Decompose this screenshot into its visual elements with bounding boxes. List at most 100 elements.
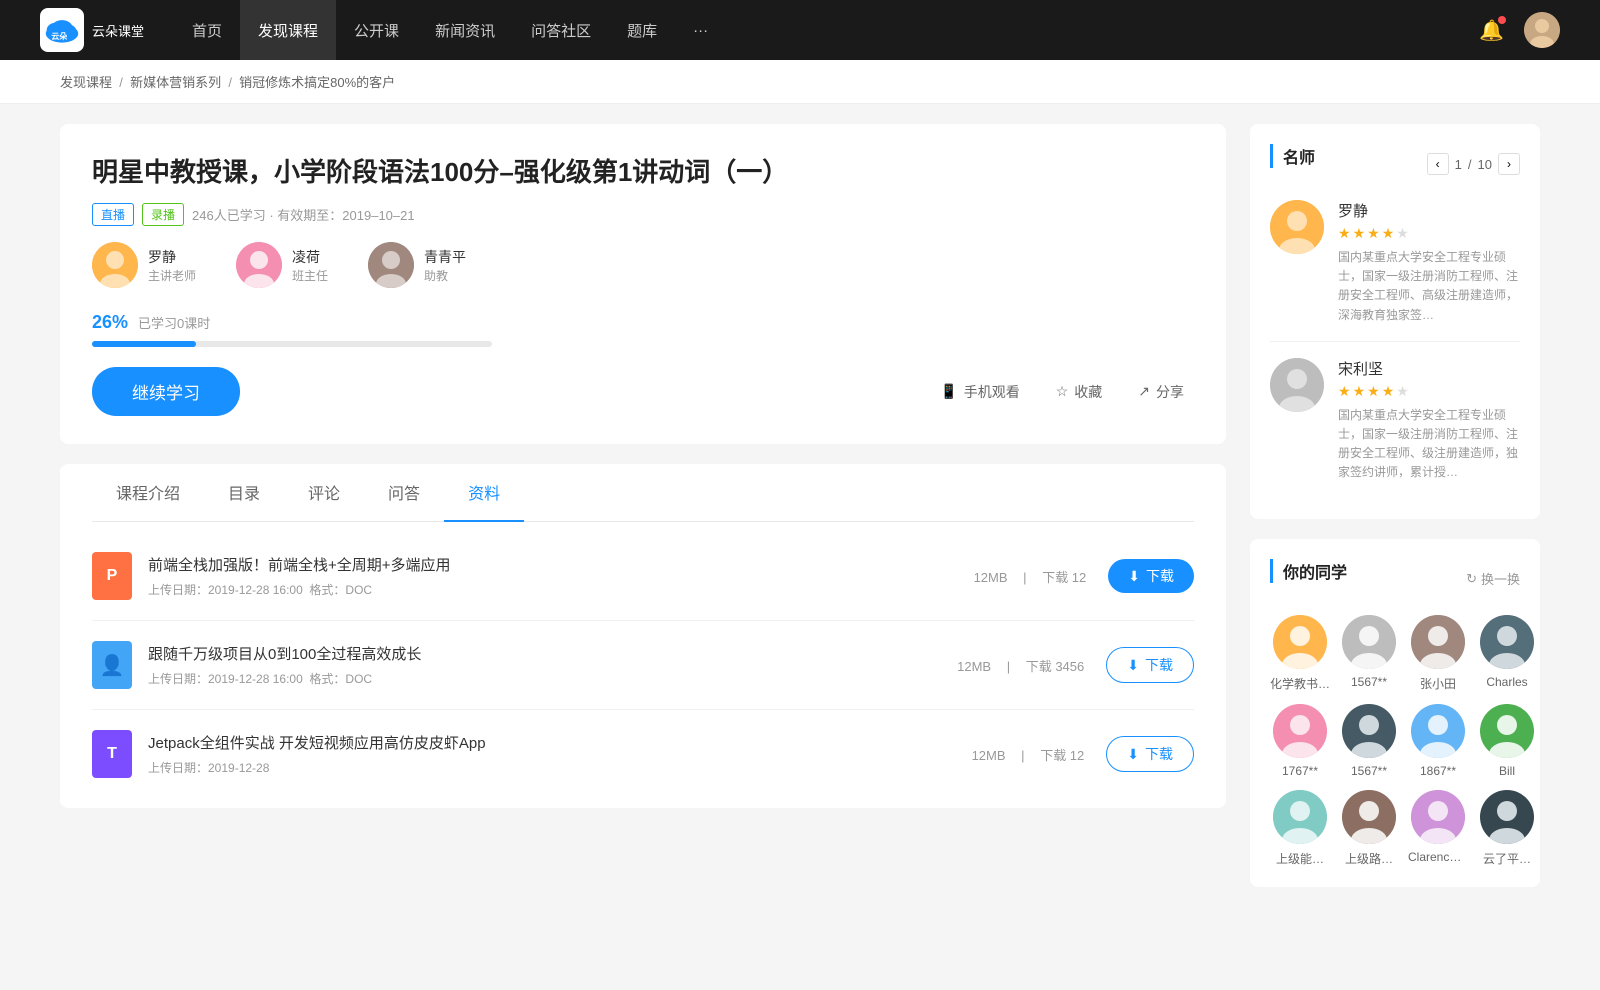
progress-section: 26% 已学习0课时 bbox=[92, 312, 1194, 347]
nav-right: 🔔 bbox=[1479, 12, 1560, 48]
nav-news[interactable]: 新闻资讯 bbox=[417, 0, 513, 60]
classmate-2: 1567** bbox=[1342, 615, 1396, 692]
classmate-avatar-3[interactable] bbox=[1411, 615, 1465, 669]
classmate-avatar-5[interactable] bbox=[1273, 704, 1327, 758]
classmate-9: 上级能… bbox=[1270, 790, 1330, 867]
breadcrumb-current: 销冠修炼术搞定80%的客户 bbox=[239, 75, 395, 90]
classmate-avatar-6[interactable] bbox=[1342, 704, 1396, 758]
teacher-3-info: 青青平 助教 bbox=[424, 247, 466, 284]
download-label-3: 下载 bbox=[1145, 744, 1173, 764]
user-avatar[interactable] bbox=[1524, 12, 1560, 48]
teacher-2: 凌荷 班主任 bbox=[236, 242, 328, 288]
resource-meta-3: 上传日期：2019-12-28 bbox=[148, 759, 950, 776]
classmate-avatar-8[interactable] bbox=[1480, 704, 1534, 758]
tab-catalog[interactable]: 目录 bbox=[204, 464, 284, 522]
progress-label: 26% 已学习0课时 bbox=[92, 312, 1194, 333]
classmate-5: 1767** bbox=[1270, 704, 1330, 778]
tab-qa[interactable]: 问答 bbox=[364, 464, 444, 522]
tabs-card: 课程介绍 目录 评论 问答 资料 P 前端全栈加强版！前端全栈+全周期+多端应用… bbox=[60, 464, 1226, 808]
logo-icon: 云朵 bbox=[40, 8, 84, 52]
action-row: 继续学习 📱 手机观看 ☆ 收藏 ↗ 分享 bbox=[92, 367, 1194, 416]
classmates-panel-header: 你的同学 ↻ 换一换 bbox=[1270, 559, 1520, 599]
classmates-grid: 化学教书… 1567** 张小田 bbox=[1270, 615, 1520, 867]
teacher-page-current: 1 bbox=[1455, 157, 1462, 172]
resource-icon-person: 👤 bbox=[92, 641, 132, 689]
teacher-panel-desc-1: 国内某重点大学安全工程专业硕士，国家一级注册消防工程师、注册安全工程师、高级注册… bbox=[1338, 248, 1520, 325]
progress-bar-bg bbox=[92, 341, 492, 347]
classmate-name-7: 1867** bbox=[1420, 764, 1456, 778]
collect-button[interactable]: ☆ 收藏 bbox=[1046, 376, 1113, 408]
teacher-panel-row-1: 罗静 ★ ★ ★ ★ ★ 国内某重点大学安全工程专业硕士，国家一级注册消防工程师… bbox=[1270, 200, 1520, 325]
refresh-icon: ↻ bbox=[1466, 571, 1477, 587]
tab-intro[interactable]: 课程介绍 bbox=[92, 464, 204, 522]
teacher-3-name: 青青平 bbox=[424, 247, 466, 267]
download-button-2[interactable]: ⬇ 下载 bbox=[1106, 647, 1194, 683]
teachers-panel-title: 名师 bbox=[1270, 144, 1315, 168]
bell-icon[interactable]: 🔔 bbox=[1479, 18, 1504, 43]
teacher-2-avatar bbox=[236, 242, 282, 288]
star-1: ★ bbox=[1338, 225, 1351, 242]
resource-stats-2: 12MB | 下载 3456 bbox=[951, 656, 1090, 675]
nav-items: 首页 发现课程 公开课 新闻资讯 问答社区 题库 ··· bbox=[174, 0, 1479, 60]
classmate-6: 1567** bbox=[1342, 704, 1396, 778]
nav-questions[interactable]: 题库 bbox=[609, 0, 675, 60]
mobile-watch-button[interactable]: 📱 手机观看 bbox=[930, 376, 1029, 408]
download-icon: ⬇ bbox=[1128, 568, 1140, 585]
tabs: 课程介绍 目录 评论 问答 资料 bbox=[92, 464, 1194, 522]
nav-qa[interactable]: 问答社区 bbox=[513, 0, 609, 60]
teacher-1-avatar bbox=[92, 242, 138, 288]
course-card: 明星中教授课，小学阶段语法100分–强化级第1讲动词（一） 直播 录播 246人… bbox=[60, 124, 1226, 444]
nav-more[interactable]: ··· bbox=[675, 0, 726, 60]
classmate-avatar-9[interactable] bbox=[1273, 790, 1327, 844]
teacher-next-button[interactable]: › bbox=[1498, 153, 1520, 175]
teacher-panel-stars-1: ★ ★ ★ ★ ★ bbox=[1338, 225, 1520, 242]
star-5: ★ bbox=[1396, 225, 1409, 242]
classmate-avatar-10[interactable] bbox=[1342, 790, 1396, 844]
teacher-panel-name-2: 宋利坚 bbox=[1338, 358, 1520, 379]
left-panel: 明星中教授课，小学阶段语法100分–强化级第1讲动词（一） 直播 录播 246人… bbox=[60, 124, 1226, 907]
resource-item-3: T Jetpack全组件实战 开发短视频应用高仿皮皮虾App 上传日期：2019… bbox=[92, 710, 1194, 798]
teacher-3-avatar bbox=[368, 242, 414, 288]
share-icon: ↗ bbox=[1138, 383, 1150, 400]
share-button[interactable]: ↗ 分享 bbox=[1128, 376, 1194, 408]
classmate-name-4: Charles bbox=[1486, 675, 1527, 689]
resource-list: P 前端全栈加强版！前端全栈+全周期+多端应用 上传日期：2019-12-28 … bbox=[92, 522, 1194, 808]
logo[interactable]: 云朵 云朵课堂 bbox=[40, 8, 144, 52]
classmate-7: 1867** bbox=[1408, 704, 1468, 778]
classmate-avatar-11[interactable] bbox=[1411, 790, 1465, 844]
breadcrumb-series[interactable]: 新媒体营销系列 bbox=[130, 75, 221, 90]
teacher-1-name: 罗静 bbox=[148, 247, 196, 267]
classmate-avatar-2[interactable] bbox=[1342, 615, 1396, 669]
teacher-pagination: ‹ 1/10 › bbox=[1427, 153, 1520, 175]
refresh-button[interactable]: ↻ 换一换 bbox=[1466, 569, 1520, 588]
star-4: ★ bbox=[1382, 225, 1395, 242]
classmate-name-6: 1567** bbox=[1351, 764, 1387, 778]
tab-review[interactable]: 评论 bbox=[284, 464, 364, 522]
notification-dot bbox=[1498, 16, 1506, 24]
nav-discover[interactable]: 发现课程 bbox=[240, 0, 336, 60]
download-button-1[interactable]: ⬇ 下载 bbox=[1108, 559, 1194, 593]
continue-learning-button[interactable]: 继续学习 bbox=[92, 367, 240, 416]
nav-home[interactable]: 首页 bbox=[174, 0, 240, 60]
resource-stats-3: 12MB | 下载 12 bbox=[966, 745, 1091, 764]
nav-open[interactable]: 公开课 bbox=[336, 0, 417, 60]
classmates-panel: 你的同学 ↻ 换一换 化学教书… 1567* bbox=[1250, 539, 1540, 887]
teacher-1-info: 罗静 主讲老师 bbox=[148, 247, 196, 284]
classmates-panel-title: 你的同学 bbox=[1270, 559, 1347, 583]
resource-meta-1: 上传日期：2019-12-28 16:00 格式：DOC bbox=[148, 581, 952, 598]
teacher-prev-button[interactable]: ‹ bbox=[1427, 153, 1449, 175]
teacher-panel-name-1: 罗静 bbox=[1338, 200, 1520, 221]
download-label-1: 下载 bbox=[1146, 566, 1174, 586]
course-students: 246人已学习 · 有效期至：2019–10–21 bbox=[192, 205, 415, 224]
classmate-avatar-1[interactable] bbox=[1273, 615, 1327, 669]
breadcrumb-discover[interactable]: 发现课程 bbox=[60, 75, 112, 90]
classmate-avatar-12[interactable] bbox=[1480, 790, 1534, 844]
classmate-avatar-7[interactable] bbox=[1411, 704, 1465, 758]
tab-resource[interactable]: 资料 bbox=[444, 464, 524, 522]
classmate-avatar-4[interactable] bbox=[1480, 615, 1534, 669]
teachers: 罗静 主讲老师 凌荷 班主任 bbox=[92, 242, 1194, 288]
classmate-1: 化学教书… bbox=[1270, 615, 1330, 692]
download-button-3[interactable]: ⬇ 下载 bbox=[1106, 736, 1194, 772]
teacher-1-role: 主讲老师 bbox=[148, 267, 196, 284]
classmate-name-3: 张小田 bbox=[1420, 675, 1456, 692]
